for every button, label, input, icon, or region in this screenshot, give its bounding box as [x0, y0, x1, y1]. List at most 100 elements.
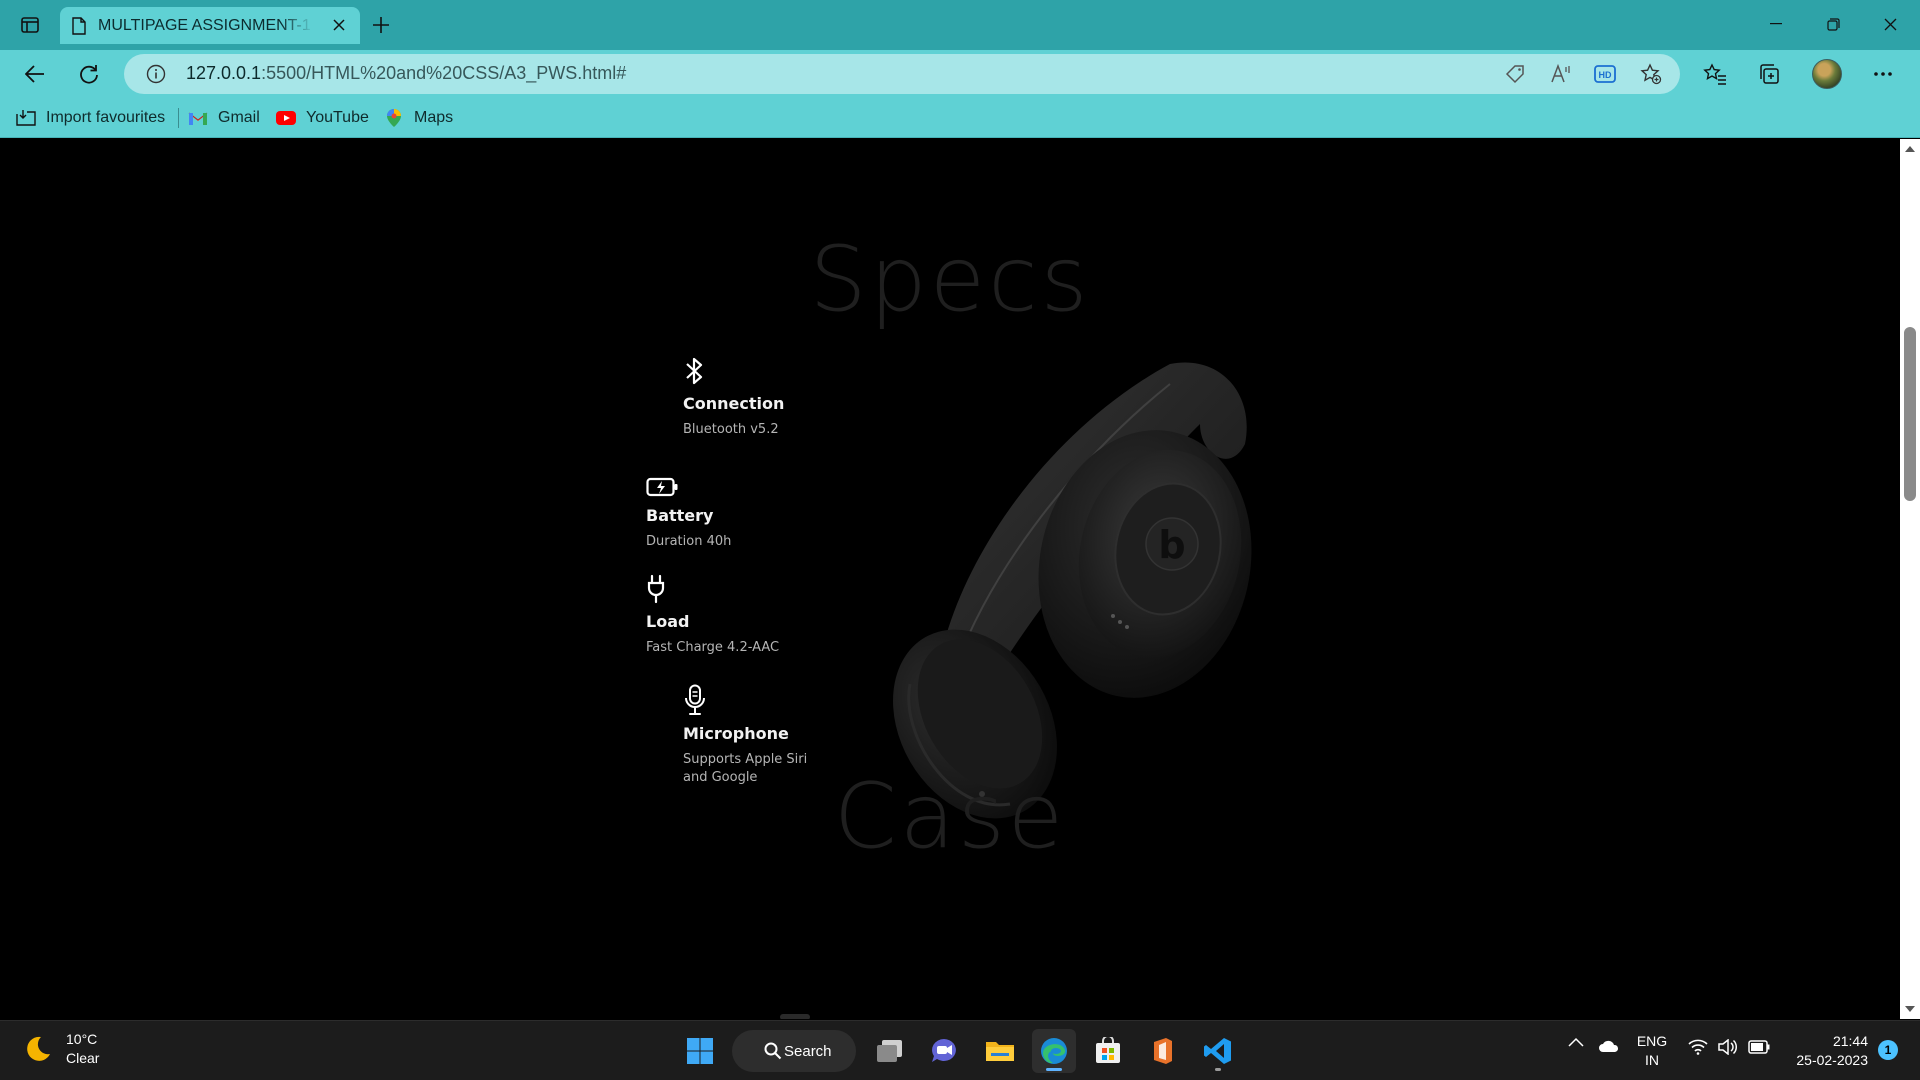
restore-button[interactable]	[1805, 0, 1861, 48]
settings-more-button[interactable]	[1868, 60, 1898, 88]
spec-description: Bluetooth v5.2	[683, 422, 779, 437]
chat-icon	[932, 1039, 956, 1062]
profile-avatar[interactable]	[1812, 59, 1842, 89]
active-app-indicator	[1046, 1068, 1062, 1071]
add-favourite-button[interactable]	[1638, 62, 1664, 86]
read-aloud-icon	[1551, 64, 1570, 83]
page-scrollbar[interactable]	[1900, 139, 1920, 1019]
maps-icon	[384, 108, 404, 128]
import-icon	[16, 108, 36, 128]
address-bar-row: 127.0.0.1:5500/HTML%20and%20CSS/A3_PWS.h…	[0, 50, 1920, 98]
battery-status-icon	[1748, 1040, 1770, 1054]
volume-button[interactable]	[1718, 1039, 1738, 1055]
case-heading: Case	[833, 764, 1067, 869]
running-app-indicator	[1215, 1068, 1221, 1071]
browser-titlebar: MULTIPAGE ASSIGNMENT-1 | headphones	[0, 0, 1920, 50]
page-icon	[72, 16, 86, 35]
new-tab-button[interactable]	[368, 12, 394, 38]
office-app-button[interactable]	[1141, 1029, 1185, 1073]
scroll-down-arrow[interactable]	[1904, 1003, 1916, 1015]
tab-title: MULTIPAGE ASSIGNMENT-1 | headphones	[98, 16, 313, 34]
clock[interactable]: 21:44 25-02-2023	[1780, 1032, 1868, 1070]
fav-import-favourites[interactable]: Import favourites	[16, 106, 165, 130]
clock-date: 25-02-2023	[1796, 1052, 1868, 1068]
store-icon	[1096, 1037, 1120, 1063]
cloud-icon	[1599, 1040, 1619, 1052]
arrow-left-icon	[25, 65, 44, 83]
spec-label: Connection	[683, 394, 785, 413]
taskbar-search[interactable]: Search	[732, 1030, 856, 1072]
search-icon	[764, 1042, 782, 1060]
collections-icon	[1760, 64, 1779, 84]
hd-icon: HD	[1594, 65, 1616, 83]
weather-widget[interactable]: 10°C Clear	[22, 1030, 99, 1068]
fav-label: Import favourites	[46, 109, 166, 126]
favourites-divider	[178, 108, 179, 128]
battery-icon	[646, 466, 678, 498]
plus-icon	[373, 17, 389, 33]
back-button[interactable]	[18, 59, 52, 89]
url-text[interactable]: 127.0.0.1:5500/HTML%20and%20CSS/A3_PWS.h…	[186, 63, 626, 84]
refresh-button[interactable]	[72, 59, 106, 89]
fav-maps[interactable]: Maps	[384, 106, 453, 130]
spec-label: Microphone	[683, 724, 789, 743]
scroll-up-arrow[interactable]	[1904, 143, 1916, 155]
bluetooth-icon	[683, 354, 711, 386]
minimize-button[interactable]	[1748, 0, 1804, 48]
refresh-icon	[80, 65, 98, 84]
specs-heading: Specs	[809, 227, 1091, 332]
microphone-icon	[683, 684, 711, 716]
onedrive-button[interactable]	[1598, 1039, 1620, 1053]
coupon-button[interactable]	[1502, 62, 1528, 86]
store-button[interactable]	[1086, 1029, 1130, 1073]
scroll-thumb[interactable]	[1904, 327, 1916, 501]
windows-icon	[687, 1038, 713, 1064]
spec-battery: Battery Duration 40h	[646, 466, 796, 551]
fav-gmail[interactable]: Gmail	[188, 106, 260, 130]
tab-actions-button[interactable]	[14, 11, 46, 39]
task-view-icon	[877, 1040, 902, 1062]
notification-badge[interactable]: 1	[1878, 1040, 1898, 1060]
vscode-icon	[1204, 1038, 1231, 1064]
fav-label: YouTube	[306, 109, 369, 126]
favourites-button[interactable]	[1700, 60, 1730, 88]
spec-connection: Connection Bluetooth v5.2	[683, 354, 833, 439]
wifi-button[interactable]	[1688, 1039, 1708, 1055]
spec-description: Duration 40h	[646, 534, 732, 549]
file-explorer-button[interactable]	[978, 1029, 1022, 1073]
gmail-icon	[188, 108, 208, 128]
edge-taskbar-button[interactable]	[1032, 1029, 1076, 1073]
vscode-button[interactable]	[1196, 1029, 1240, 1073]
spec-label: Load	[646, 612, 690, 631]
tab-close-button[interactable]	[330, 16, 348, 34]
language-indicator[interactable]: ENG IN	[1632, 1032, 1672, 1070]
spec-load: Load Fast Charge 4.2-AAC	[646, 572, 796, 657]
search-label: Search	[784, 1042, 832, 1060]
edge-icon	[1041, 1038, 1067, 1064]
close-window-button[interactable]	[1862, 0, 1918, 48]
address-bar[interactable]: 127.0.0.1:5500/HTML%20and%20CSS/A3_PWS.h…	[124, 54, 1680, 94]
hd-button[interactable]: HD	[1592, 62, 1618, 86]
case-image-top	[780, 1014, 810, 1019]
teams-chat-button[interactable]	[922, 1029, 966, 1073]
read-aloud-button[interactable]	[1548, 62, 1574, 86]
fav-youtube[interactable]: YouTube	[276, 106, 369, 130]
language-code: ENG	[1636, 1033, 1668, 1049]
clock-time: 21:44	[1832, 1033, 1868, 1049]
svg-text:b: b	[1158, 523, 1185, 567]
star-add-icon	[1640, 63, 1662, 85]
weather-temperature: 10°C	[66, 1031, 98, 1047]
more-icon	[1874, 72, 1892, 76]
start-button[interactable]	[678, 1029, 722, 1073]
battery-status-button[interactable]	[1748, 1040, 1770, 1054]
wifi-icon	[1688, 1039, 1708, 1055]
info-icon[interactable]	[146, 64, 166, 84]
close-window-icon	[1884, 18, 1896, 30]
spec-description: Fast Charge 4.2-AAC	[646, 640, 780, 655]
svg-text:HD: HD	[1599, 70, 1612, 80]
browser-tab[interactable]: MULTIPAGE ASSIGNMENT-1 | headphones	[60, 7, 360, 44]
show-hidden-icons-button[interactable]	[1568, 1037, 1584, 1047]
task-view-button[interactable]	[868, 1029, 912, 1073]
collections-button[interactable]	[1754, 60, 1784, 88]
headphones-image: b	[893, 362, 1252, 819]
